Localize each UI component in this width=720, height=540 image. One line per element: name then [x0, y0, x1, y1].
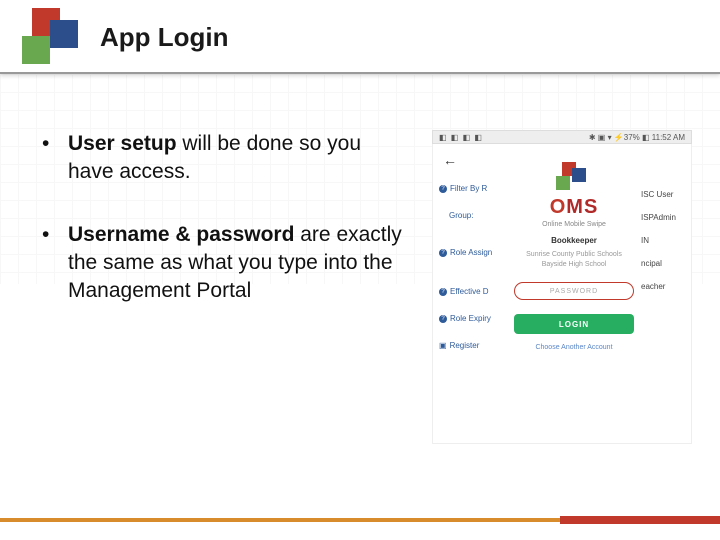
bullet-bold: Username & password: [68, 223, 294, 246]
brand-logo: [14, 8, 78, 64]
slide-title: App Login: [100, 22, 229, 53]
password-input[interactable]: PASSWORD: [514, 282, 634, 300]
status-right: ✱ ▣ ▾ ⚡37% ◧ 11:52 AM: [589, 133, 685, 142]
list-item: User setup will be done so you have acce…: [42, 130, 402, 187]
bullet-bold: User setup: [68, 132, 177, 155]
brand-name: OMS: [511, 196, 637, 219]
status-left: ◧ ◧ ◧ ◧: [439, 133, 483, 142]
login-button[interactable]: LOGIN: [514, 314, 634, 334]
brand-tagline: Online Mobile Swipe: [511, 221, 637, 228]
back-icon[interactable]: ←: [443, 152, 457, 168]
app-logo-icon: [556, 162, 592, 192]
phone-status-bar: ◧ ◧ ◧ ◧ ✱ ▣ ▾ ⚡37% ◧ 11:52 AM: [432, 130, 692, 144]
bullet-list: User setup will be done so you have acce…: [42, 130, 402, 340]
right-column: ISC User ISPAdmin IN ncipal eacher: [641, 190, 685, 305]
footer-accent: [0, 518, 720, 522]
account-name: Bookkeeper: [511, 236, 637, 245]
left-column: ?Filter By R Group: ?Role Assign ?Effect…: [439, 184, 509, 368]
org-line-2: Bayside High School: [511, 261, 637, 268]
org-line-1: Sunrise County Public Schools: [511, 251, 637, 258]
list-item: Username & password are exactly the same…: [42, 221, 402, 306]
choose-account-link[interactable]: Choose Another Account: [511, 344, 637, 351]
slide-header: App Login: [0, 0, 720, 74]
phone-screenshot: ◧ ◧ ◧ ◧ ✱ ▣ ▾ ⚡37% ◧ 11:52 AM ← ?Filter …: [432, 130, 692, 444]
login-panel: OMS Online Mobile Swipe Bookkeeper Sunri…: [511, 162, 637, 351]
